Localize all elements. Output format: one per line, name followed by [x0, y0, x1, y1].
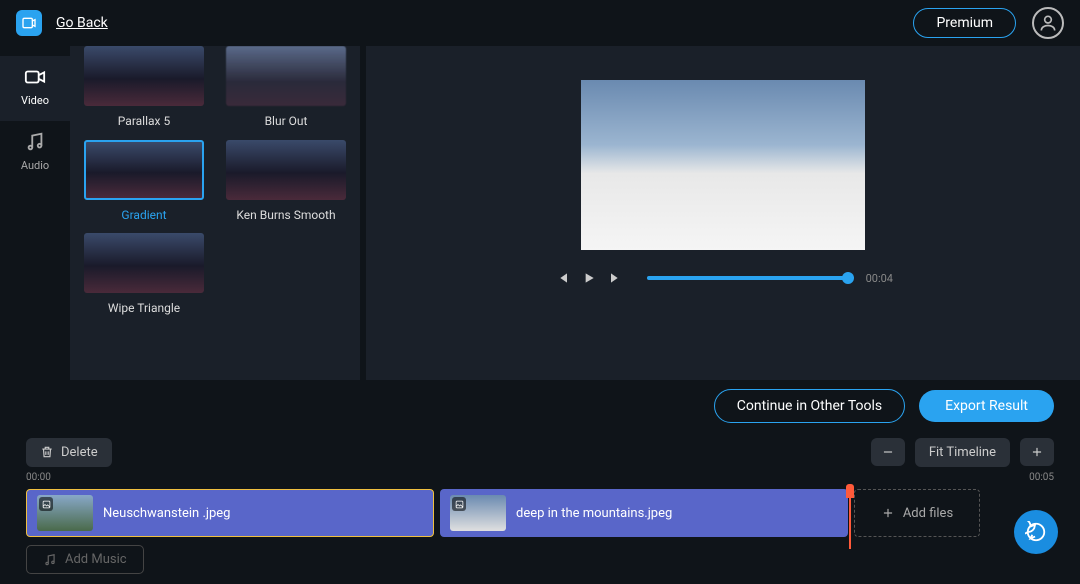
effect-thumb: [226, 46, 346, 106]
effects-panel: Parallax 5 Blur Out Gradient Ken Burns S…: [70, 46, 360, 380]
export-result-button[interactable]: Export Result: [919, 390, 1054, 422]
delete-label: Delete: [61, 445, 98, 460]
progress-thumb[interactable]: [842, 272, 854, 284]
prev-frame-button[interactable]: [553, 268, 573, 288]
help-fab[interactable]: [1014, 510, 1058, 554]
user-avatar[interactable]: [1032, 7, 1064, 39]
plus-icon: [1030, 445, 1044, 459]
effect-thumb: [226, 140, 346, 200]
music-icon: [43, 553, 57, 567]
premium-button[interactable]: Premium: [913, 8, 1016, 38]
zoom-out-button[interactable]: [871, 438, 905, 466]
ruler-end: 00:05: [1029, 472, 1054, 483]
chat-icon: [1025, 521, 1047, 543]
tab-video[interactable]: Video: [0, 56, 70, 121]
video-icon: [24, 66, 46, 88]
tab-video-label: Video: [21, 94, 49, 107]
effect-gradient[interactable]: Gradient: [84, 140, 204, 224]
next-frame-button[interactable]: [605, 268, 625, 288]
effect-label: Blur Out: [226, 114, 346, 130]
app-logo[interactable]: [16, 10, 42, 36]
effect-thumb: [84, 140, 204, 200]
image-badge-icon: [452, 497, 466, 511]
progress-slider[interactable]: [647, 276, 848, 280]
add-music-label: Add Music: [65, 552, 127, 567]
trash-icon: [40, 445, 54, 459]
clip-thumb: [450, 495, 506, 531]
delete-button[interactable]: Delete: [26, 438, 112, 467]
tab-audio-label: Audio: [21, 159, 49, 172]
clip-label: deep in the mountains.jpeg: [516, 506, 672, 521]
clip-deep-mountains[interactable]: deep in the mountains.jpeg: [440, 489, 848, 537]
effect-parallax-5[interactable]: Parallax 5: [84, 46, 204, 130]
effect-thumb: [84, 46, 204, 106]
effect-label: Gradient: [84, 208, 204, 224]
progress-fill: [647, 276, 848, 280]
audio-icon: [24, 131, 46, 153]
fit-timeline-button[interactable]: Fit Timeline: [915, 438, 1010, 467]
clip-label: Neuschwanstein .jpeg: [103, 506, 230, 521]
effect-blur-out[interactable]: Blur Out: [226, 46, 346, 130]
ruler-start: 00:00: [26, 472, 51, 483]
effect-wipe-triangle[interactable]: Wipe Triangle: [84, 233, 204, 317]
effect-label: Wipe Triangle: [84, 301, 204, 317]
effect-label: Parallax 5: [84, 114, 204, 130]
progress-time: 00:04: [866, 272, 893, 285]
minus-icon: [881, 445, 895, 459]
playhead[interactable]: [846, 484, 854, 498]
image-badge-icon: [39, 497, 53, 511]
continue-other-tools-button[interactable]: Continue in Other Tools: [714, 389, 905, 423]
effect-ken-burns-smooth[interactable]: Ken Burns Smooth: [226, 140, 346, 224]
add-music-button[interactable]: Add Music: [26, 545, 144, 574]
play-button[interactable]: [579, 268, 599, 288]
preview-video: [581, 80, 865, 250]
timeline-ruler: 00:00 00:05: [26, 472, 1054, 483]
add-files-button[interactable]: Add files: [854, 489, 980, 537]
clip-thumb: [37, 495, 93, 531]
tab-audio[interactable]: Audio: [0, 121, 70, 186]
clip-neuschwanstein[interactable]: Neuschwanstein .jpeg: [26, 489, 434, 537]
go-back-link[interactable]: Go Back: [56, 15, 108, 31]
plus-icon: [881, 506, 895, 520]
effect-thumb: [84, 233, 204, 293]
add-files-label: Add files: [903, 506, 953, 521]
zoom-in-button[interactable]: [1020, 438, 1054, 466]
effect-label: Ken Burns Smooth: [226, 208, 346, 224]
